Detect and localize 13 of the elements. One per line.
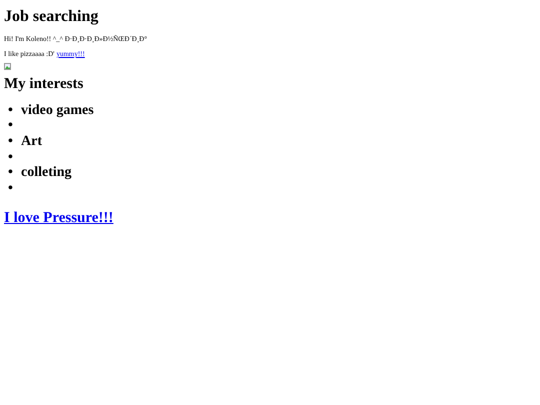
bullet: • [8, 180, 14, 197]
bullet: • [8, 102, 14, 119]
bullet: • [8, 165, 14, 182]
section-heading: My interests [4, 75, 84, 93]
pressure-link[interactable]: I love Pressure!!! [4, 208, 114, 227]
broken-image-icon [4, 63, 11, 70]
page-title: Job searching [4, 7, 98, 27]
interest-item: colleting [21, 165, 72, 182]
bullet: • [8, 134, 14, 150]
interest-item: Art [21, 134, 42, 150]
bullet: • [8, 150, 14, 166]
interest-item: video games [21, 102, 94, 119]
bullet: • [8, 118, 14, 134]
